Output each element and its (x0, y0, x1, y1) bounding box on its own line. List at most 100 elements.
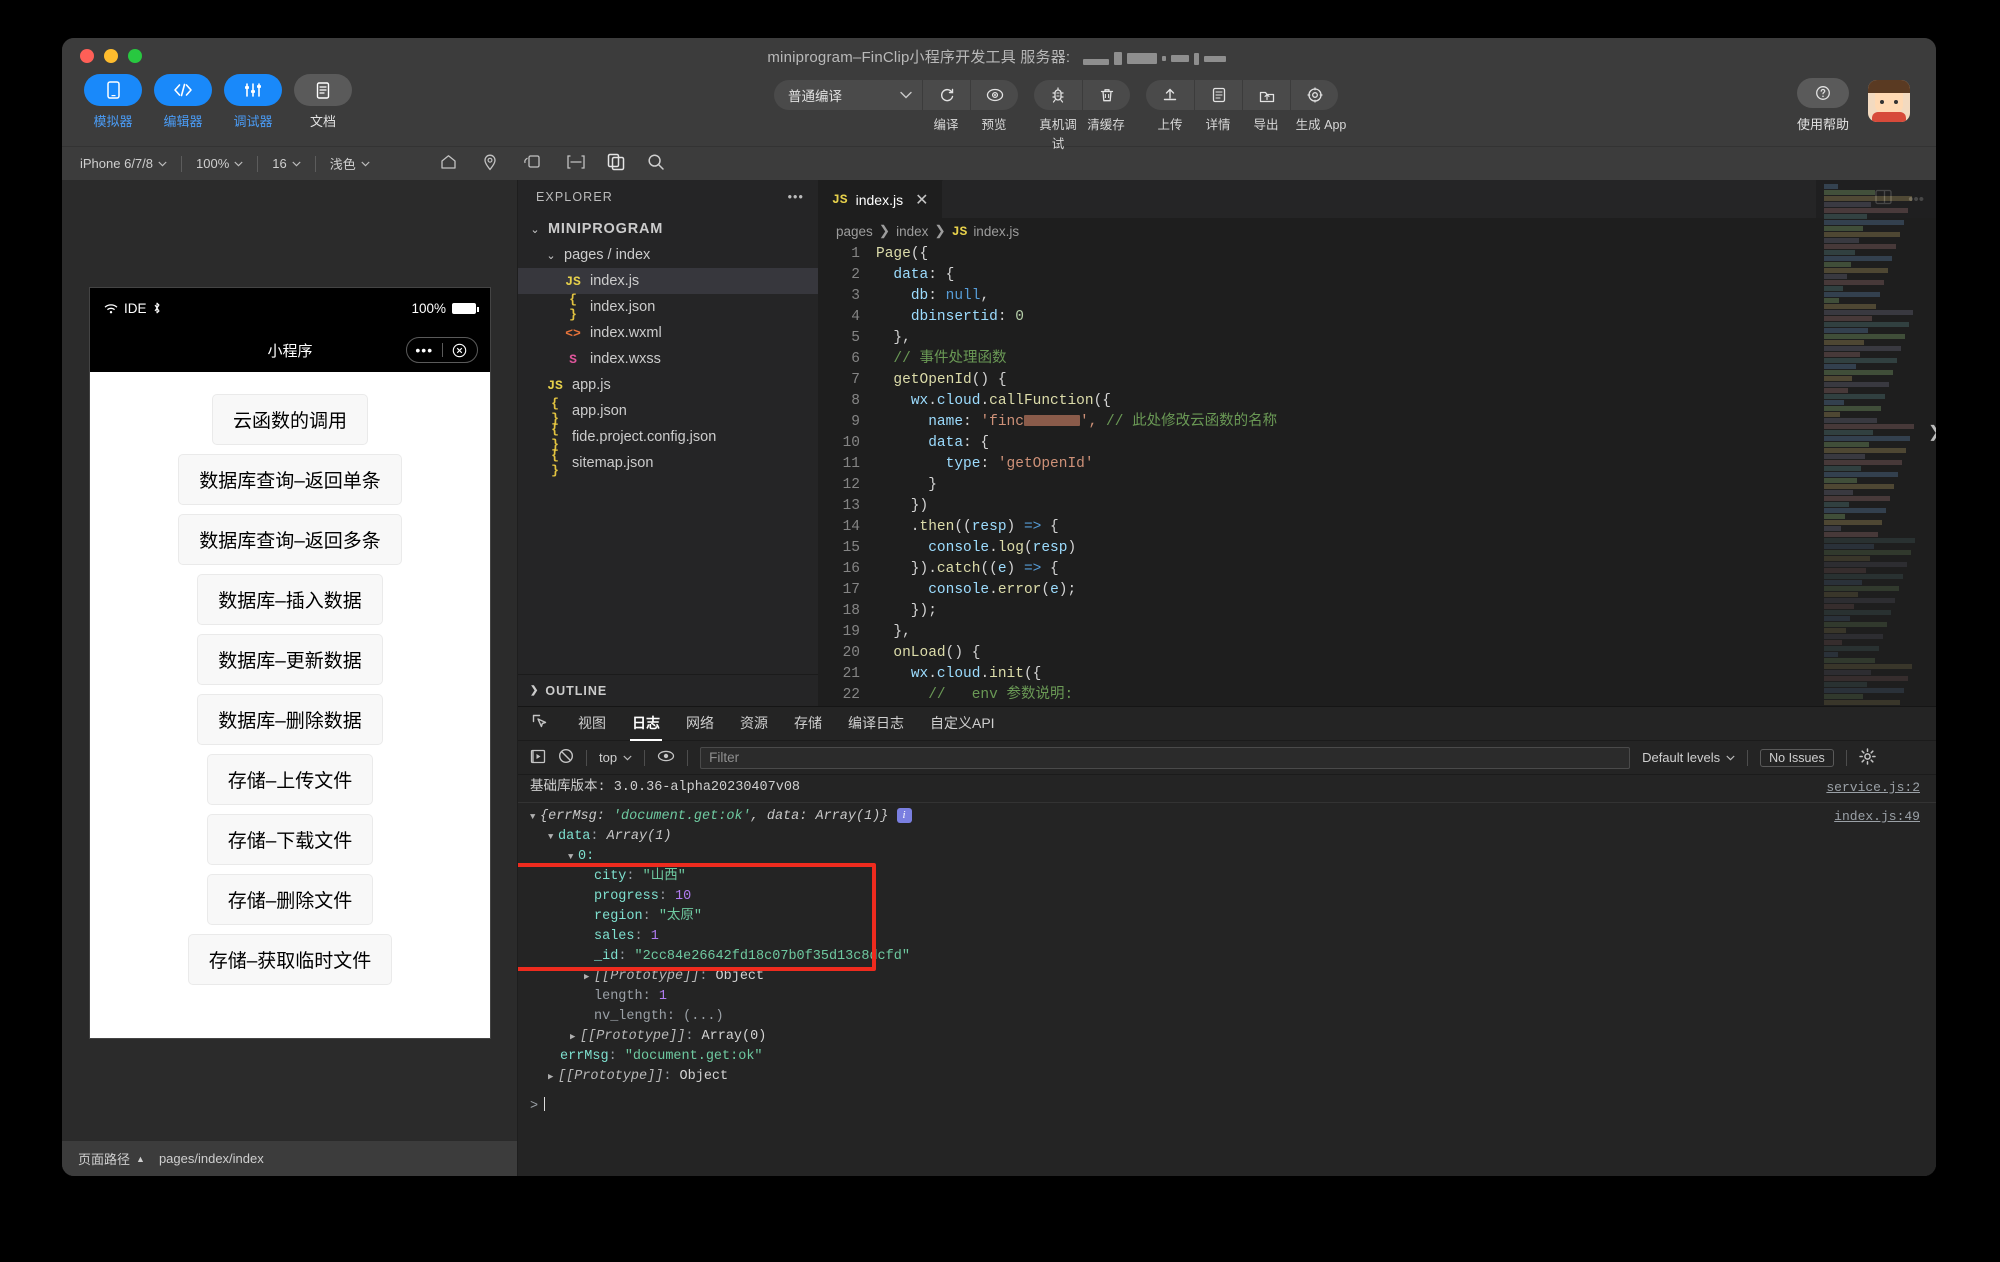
code-line[interactable]: 8 wx.cloud.callFunction({ (818, 391, 1936, 412)
device-select[interactable]: iPhone 6/7/8 (80, 156, 167, 171)
compile-button[interactable] (922, 80, 970, 110)
code-minimap[interactable] (1816, 180, 1936, 706)
code-line[interactable]: 11 type: 'getOpenId' (818, 454, 1936, 475)
code-line[interactable]: 21 wx.cloud.init({ (818, 664, 1936, 685)
file-index-wxml[interactable]: <> index.wxml (518, 320, 818, 346)
fullscreen-icon[interactable] (567, 155, 585, 172)
code-line[interactable]: 6 // 事件处理函数 (818, 349, 1936, 370)
console-tab-view[interactable]: 视图 (576, 707, 608, 741)
close-circle-icon[interactable] (443, 343, 478, 358)
eye-icon[interactable] (657, 750, 675, 765)
code-line[interactable]: 2 data: { (818, 265, 1936, 286)
code-line[interactable]: 1 Page({ (818, 244, 1936, 265)
expand-arrow-icon[interactable]: ▼ (530, 807, 540, 827)
collapse-arrow-icon[interactable]: ▶ (548, 1067, 558, 1087)
context-select[interactable]: top (599, 750, 632, 765)
expand-arrow-icon[interactable]: ▼ (568, 847, 578, 867)
breadcrumb-pages[interactable]: pages (836, 224, 873, 239)
prototype-row-2[interactable]: ▶ [[Prototype]]: Array(0) (518, 1027, 1936, 1047)
upload-button[interactable] (1146, 80, 1194, 110)
prototype-row-3[interactable]: ▶ [[Prototype]]: Object (518, 1067, 1936, 1087)
console-tab-storage[interactable]: 存储 (792, 707, 824, 741)
avatar[interactable] (1868, 80, 1910, 122)
breadcrumb-file[interactable]: index.js (973, 224, 1019, 239)
font-size-select[interactable]: 16 (272, 156, 301, 171)
info-badge-icon[interactable]: i (896, 808, 912, 823)
file-index-js[interactable]: JS index.js (518, 268, 818, 294)
console-tab-log[interactable]: 日志 (630, 707, 662, 741)
code-line[interactable]: 17 console.error(e); (818, 580, 1936, 601)
more-menu-icon[interactable]: ••• (407, 342, 442, 358)
code-line[interactable]: 10 data: { (818, 433, 1936, 454)
copy-icon[interactable] (607, 153, 625, 174)
tab-index-js[interactable]: JS index.js ✕ (818, 180, 944, 218)
mode-tab-debugger[interactable]: 调试器 (224, 74, 282, 130)
file-app-json[interactable]: { } app.json (518, 396, 818, 426)
file-fide-project-config-json[interactable]: { } fide.project.config.json (518, 422, 818, 452)
log-source-service[interactable]: service.js:2 (1826, 778, 1920, 798)
code-line[interactable]: 12 } (818, 475, 1936, 496)
code-line[interactable]: 15 console.log(resp) (818, 538, 1936, 559)
collapse-arrow-icon[interactable]: ▶ (570, 1027, 580, 1047)
details-button[interactable] (1194, 80, 1242, 110)
storage-temp-file-button[interactable]: 存储–获取临时文件 (187, 934, 393, 985)
real-device-debug-button[interactable] (1034, 80, 1082, 110)
zoom-select[interactable]: 100% (196, 156, 243, 171)
console-tab-build-log[interactable]: 编译日志 (846, 707, 906, 741)
collapse-arrow-icon[interactable]: ▶ (584, 967, 594, 987)
code-line[interactable]: 9 name: 'finc ', // 此处修改云函数的名称 (818, 412, 1936, 433)
location-icon[interactable] (483, 154, 497, 174)
issues-button[interactable]: No Issues (1760, 748, 1834, 767)
tree-folder-pages-index[interactable]: ⌄ pages / index (518, 242, 818, 268)
code-line[interactable]: 3 db: null, (818, 286, 1936, 307)
code-line[interactable]: 20 onLoad() { (818, 643, 1936, 664)
run-icon[interactable] (530, 749, 546, 767)
file-sitemap-json[interactable]: { } sitemap.json (518, 448, 818, 478)
console-prompt[interactable]: > (518, 1097, 1936, 1117)
export-button[interactable] (1242, 80, 1290, 110)
log-data-row[interactable]: ▼ data: Array(1) (518, 827, 1936, 847)
storage-delete-button[interactable]: 存储–删除文件 (206, 874, 374, 925)
code-line[interactable]: 7 getOpenId() { (818, 370, 1936, 391)
log-source-index[interactable]: index.js:49 (1834, 807, 1920, 827)
preview-button[interactable] (970, 80, 1018, 110)
mode-tab-simulator[interactable]: 模拟器 (84, 74, 142, 130)
clear-icon[interactable] (558, 748, 574, 767)
nv-length-row[interactable]: nv_length: (...) (518, 1007, 1936, 1027)
code-line[interactable]: 16 }).catch((e) => { (818, 559, 1936, 580)
console-log[interactable]: 基础库版本: 3.0.36-alpha20230407v08 service.j… (518, 775, 1936, 1176)
mode-tab-docs[interactable]: 文档 (294, 74, 352, 130)
db-query-multiple-button[interactable]: 数据库查询–返回多条 (178, 514, 402, 565)
log-index-row[interactable]: ▼ 0: (518, 847, 1936, 867)
log-summary-row[interactable]: ▼ {errMsg: 'document.get:ok', data: Array… (518, 807, 1936, 827)
console-tab-custom-api[interactable]: 自定义API (928, 707, 997, 741)
code-line[interactable]: 18 }); (818, 601, 1936, 622)
storage-download-button[interactable]: 存储–下载文件 (206, 814, 374, 865)
db-update-button[interactable]: 数据库–更新数据 (197, 634, 383, 685)
rotate-icon[interactable] (523, 154, 541, 173)
db-query-single-button[interactable]: 数据库查询–返回单条 (178, 454, 402, 505)
expand-arrow-icon[interactable]: ▼ (548, 827, 558, 847)
filter-input[interactable]: Filter (700, 746, 1631, 769)
capsule-button[interactable]: ••• (406, 337, 478, 363)
file-index-wxss[interactable]: S index.wxss (518, 346, 818, 372)
console-tab-network[interactable]: 网络 (684, 707, 716, 741)
help-button[interactable]: 使用帮助 (1794, 78, 1852, 133)
gear-icon[interactable] (1858, 747, 1876, 768)
theme-select[interactable]: 浅色 (330, 154, 370, 173)
log-level-select[interactable]: Default levels (1642, 750, 1735, 765)
ellipsis-icon[interactable]: ••• (788, 190, 804, 204)
home-icon[interactable] (440, 154, 457, 173)
code-line[interactable]: 22 // env 参数说明: (818, 685, 1936, 706)
code-line[interactable]: 4 dbinsertid: 0 (818, 307, 1936, 328)
nv-length-value[interactable]: (...) (683, 1009, 724, 1024)
tree-root-miniprogram[interactable]: ⌄ MINIPROGRAM (518, 216, 818, 242)
code-lines[interactable]: 1 Page({2 data: {3 db: null, 4 dbinsertid:… (818, 244, 1936, 706)
close-icon[interactable]: ✕ (915, 190, 928, 210)
search-icon[interactable] (647, 153, 665, 174)
mode-tab-editor[interactable]: 编辑器 (154, 74, 212, 130)
prototype-row-1[interactable]: ▶ [[Prototype]]: Object (518, 967, 1936, 987)
call-cloud-function-button[interactable]: 云函数的调用 (211, 394, 368, 445)
page-path-toggle[interactable]: 页面路径 ▲ (78, 1149, 145, 1168)
compile-mode-select[interactable]: 普通编译 (774, 80, 922, 110)
